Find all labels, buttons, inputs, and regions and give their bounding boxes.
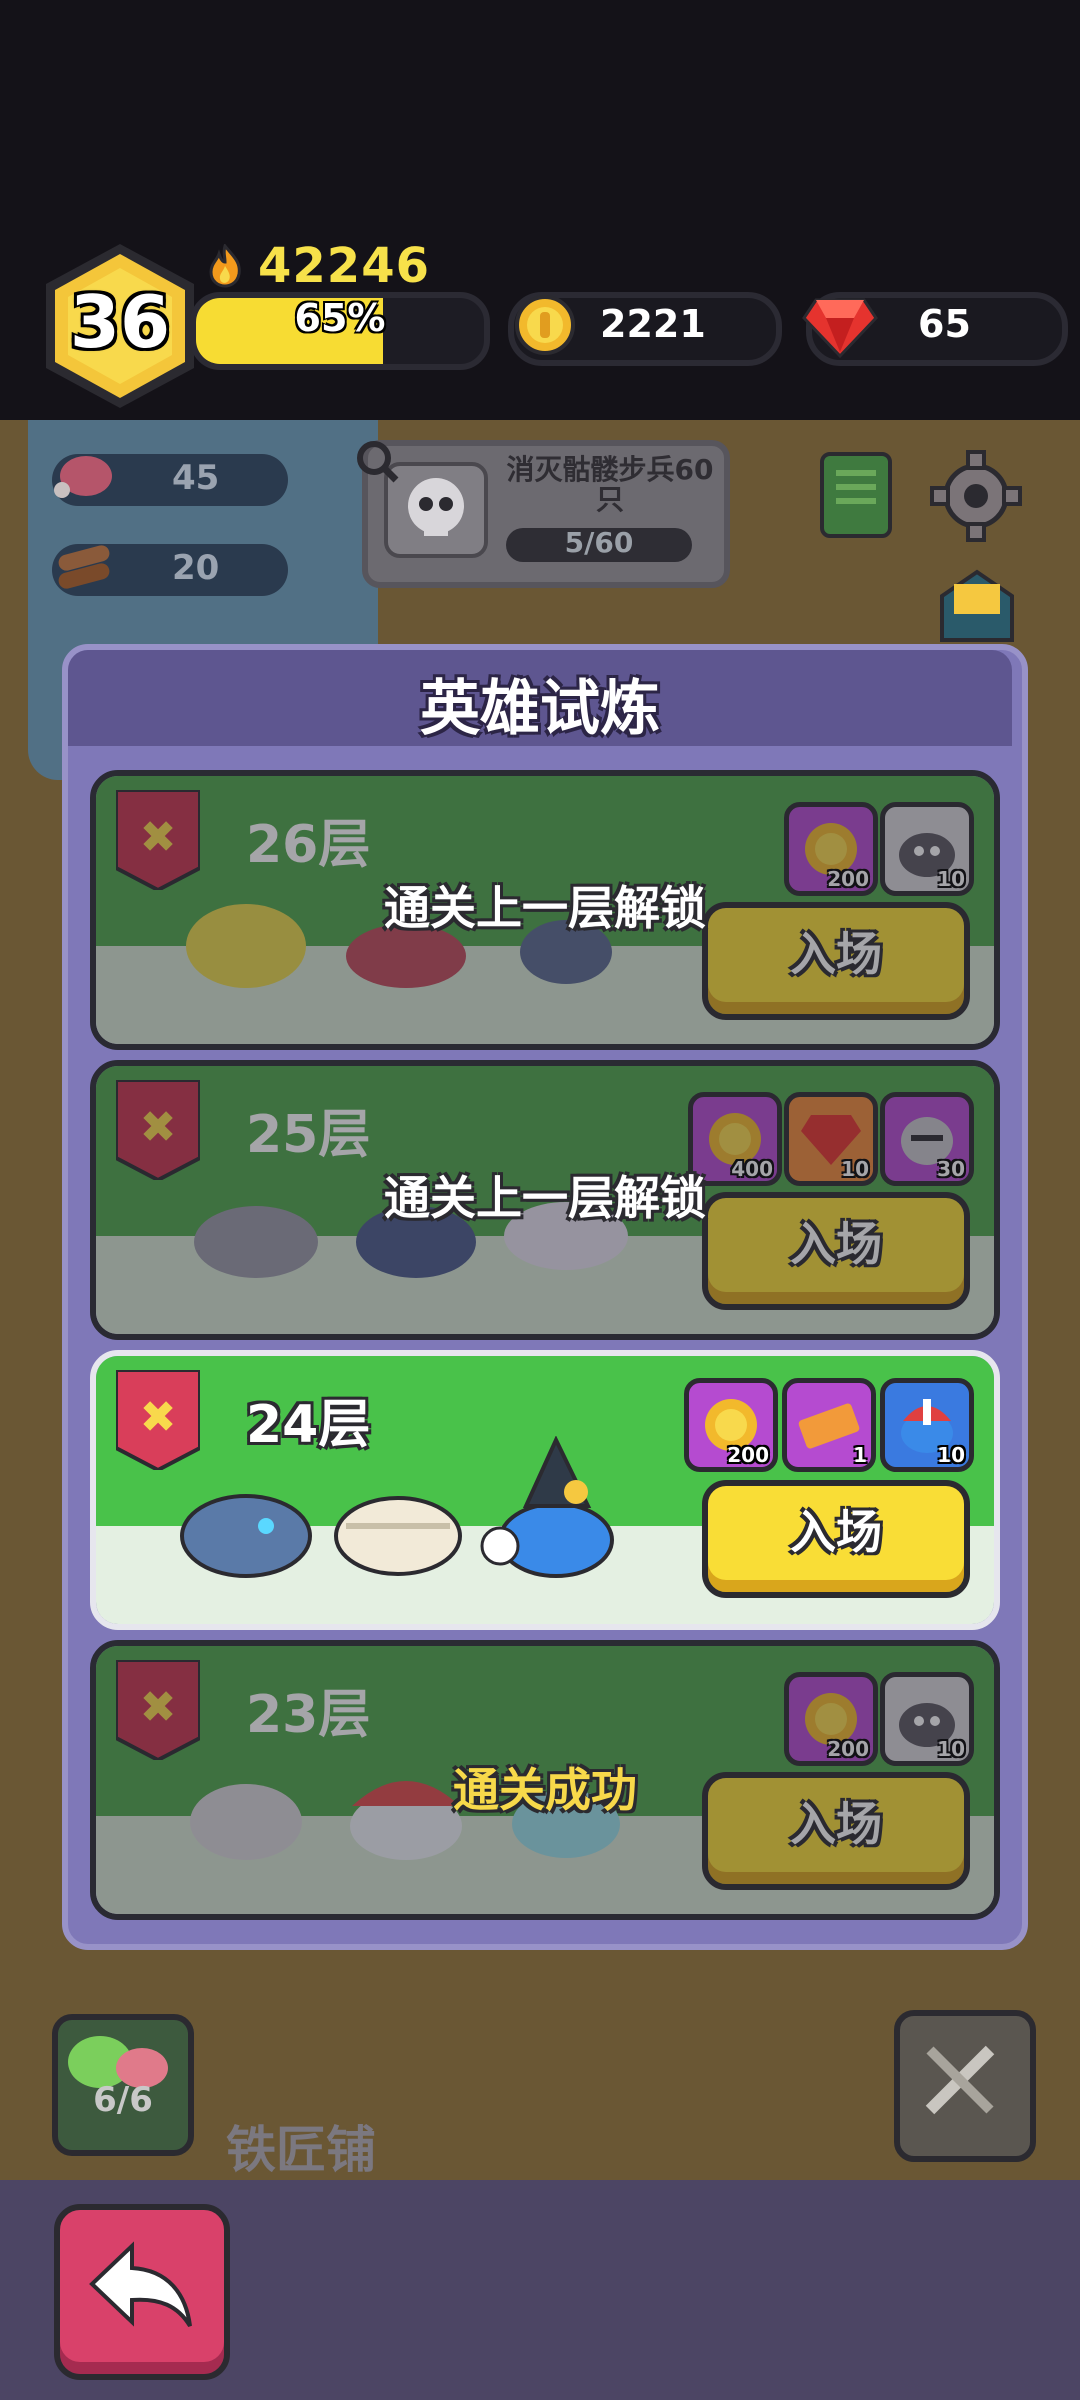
quest-progress: 5/60 <box>564 526 634 559</box>
book-icon[interactable] <box>818 450 894 540</box>
meat-amount: 45 <box>172 458 220 498</box>
back-arrow-icon <box>89 2241 192 2328</box>
reward-hero[interactable]: 10 <box>880 1378 974 1472</box>
floor-card-25[interactable]: ✖ 25层 400 10 30 入场 通关上一层解锁 <box>90 1060 1000 1340</box>
modal-title: 英雄试炼 <box>420 674 660 744</box>
mail-icon[interactable] <box>932 566 1022 646</box>
floor-card-23[interactable]: ✖ 23层 200 10 入场 通关成功 <box>90 1640 1000 1920</box>
gold-amount: 2221 <box>600 302 706 346</box>
floor-card-24[interactable]: ✖ 24层 200 1 10 入场 <box>90 1350 1000 1630</box>
enemy-group-icon <box>180 1436 614 1578</box>
swords-icon <box>925 2045 995 2115</box>
reward-qty: 1 <box>853 1443 867 1467</box>
enter-label: 入场 <box>790 1505 882 1559</box>
settings-gear-icon[interactable] <box>928 448 1024 544</box>
red-gem-icon <box>802 298 878 359</box>
team-count: 6/6 <box>93 2080 153 2120</box>
magnifier-icon[interactable] <box>352 436 402 486</box>
reward-ticket[interactable]: 1 <box>782 1378 876 1472</box>
power-flame-icon <box>209 244 241 288</box>
gold-coin-icon <box>515 295 575 355</box>
gem-amount: 65 <box>918 302 971 346</box>
wood-icon <box>58 545 110 589</box>
unlock-hint: 通关上一层解锁 <box>384 1171 706 1225</box>
floor-card-26[interactable]: ✖ 26层 200 10 入场 通关上一层解锁 <box>90 770 1000 1050</box>
quest-title: 消灭骷髅步兵60只 <box>506 453 714 516</box>
reward-qty: 200 <box>727 1443 769 1467</box>
power-value: 42246 <box>258 238 430 294</box>
cleared-label: 通关成功 <box>453 1763 637 1817</box>
unlock-hint: 通关上一层解锁 <box>384 881 706 935</box>
wood-amount: 20 <box>172 548 220 588</box>
reward-gold[interactable]: 200 <box>684 1378 778 1472</box>
player-level: 36 <box>69 280 171 364</box>
enter-button[interactable]: 入场 <box>702 1480 970 1598</box>
reward-qty: 10 <box>937 1443 965 1467</box>
smithy-label[interactable]: 铁匠铺 <box>226 2110 376 2182</box>
xp-percent-label: 65% <box>294 296 386 340</box>
meat-icon <box>54 456 112 498</box>
back-button[interactable] <box>54 2204 230 2380</box>
